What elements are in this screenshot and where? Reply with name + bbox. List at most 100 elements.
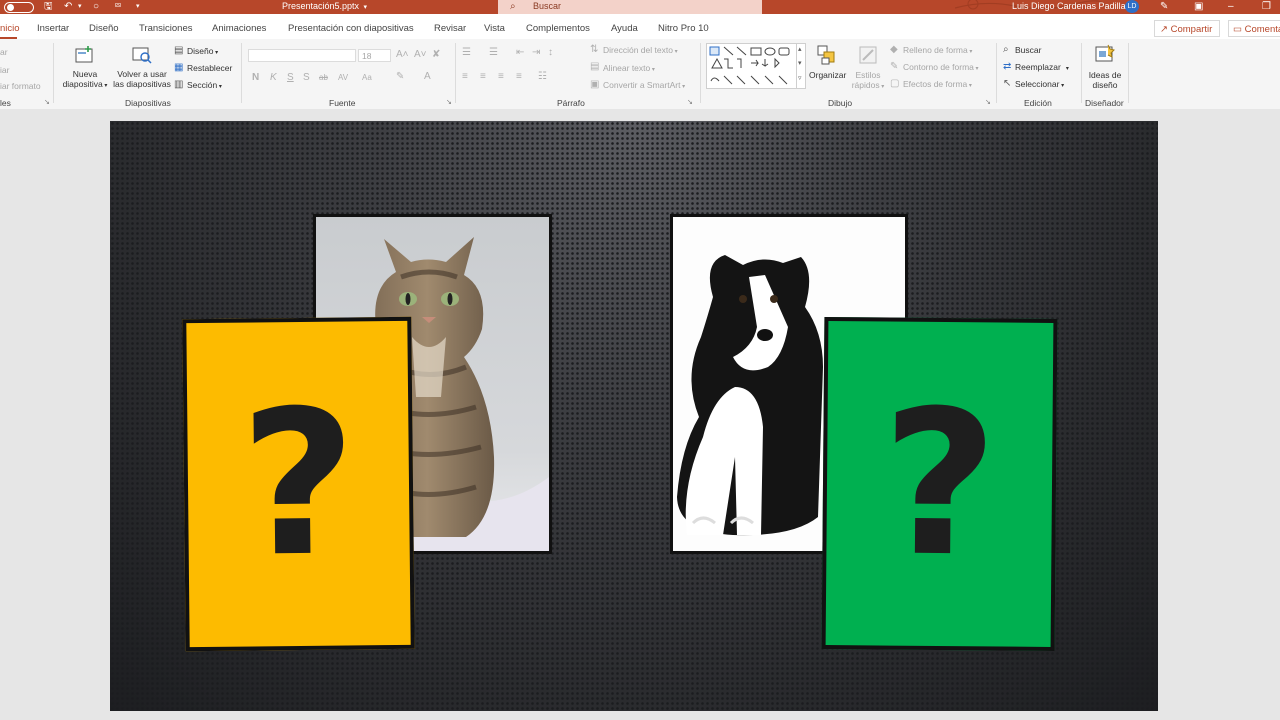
new-slide-button[interactable]: Nueva diapositiva ▾ xyxy=(58,69,112,91)
group-divider xyxy=(455,43,456,103)
tab-insertar[interactable]: Insertar xyxy=(37,23,69,34)
gallery-scroll[interactable]: ▴ ▾ ▿ xyxy=(796,43,807,89)
chevron-down-icon: ▾ xyxy=(672,49,678,55)
shapes-gallery[interactable] xyxy=(706,43,806,89)
highlight-icon[interactable]: ✎ xyxy=(396,71,404,82)
customize-toolbar-icon[interactable]: ▾ xyxy=(136,1,140,13)
shape-effects-button[interactable]: Efectos de forma ▾ xyxy=(903,79,972,91)
clipboard-group-label: les xyxy=(0,98,11,108)
tab-diseno[interactable]: Diseño xyxy=(89,23,119,34)
increase-indent-icon[interactable]: ⇥ xyxy=(532,47,540,58)
design-ideas-button[interactable]: Ideas de diseño xyxy=(1084,70,1126,90)
justify-icon[interactable]: ≡ xyxy=(516,71,522,82)
more-shapes-icon[interactable]: ▿ xyxy=(798,73,802,84)
share-button[interactable]: ↗ Compartir xyxy=(1154,20,1220,37)
comments-label: Comenta xyxy=(1244,24,1280,35)
clipboard-format-painter[interactable]: iar formato xyxy=(0,81,41,91)
quick-styles-label-1: Estilos xyxy=(855,70,881,80)
arrange-button[interactable]: Organizar xyxy=(809,70,846,80)
avatar[interactable]: LD xyxy=(1125,0,1139,13)
align-text-button[interactable]: Alinear texto ▾ xyxy=(603,63,655,75)
undo-icon[interactable]: ↶ xyxy=(64,1,72,13)
layout-button[interactable]: Diseño ▾ xyxy=(187,46,218,58)
bold-button[interactable]: N xyxy=(252,72,259,83)
replace-button[interactable]: Reemplazar ▾ xyxy=(1015,62,1069,74)
tab-complementos[interactable]: Complementos xyxy=(526,23,590,34)
clipboard-copy[interactable]: iar xyxy=(0,65,9,75)
smartart-button[interactable]: Convertir a SmartArt ▾ xyxy=(603,80,685,92)
tab-inicio[interactable]: nicio xyxy=(0,23,20,34)
dialog-launcher-icon[interactable]: ↘ xyxy=(687,99,693,107)
text-direction-button[interactable]: Dirección del texto ▾ xyxy=(603,45,678,57)
align-right-icon[interactable]: ≡ xyxy=(498,71,504,82)
tab-animaciones[interactable]: Animaciones xyxy=(212,23,266,34)
clipboard-cut[interactable]: ar xyxy=(0,47,8,57)
comments-button[interactable]: ▭ Comenta xyxy=(1228,20,1280,37)
italic-button[interactable]: K xyxy=(270,72,277,83)
find-button[interactable]: Buscar xyxy=(1015,45,1041,55)
scroll-down-icon[interactable]: ▾ xyxy=(798,58,802,69)
font-size-dropdown[interactable]: 18 xyxy=(358,49,391,62)
change-case-button[interactable]: Aa xyxy=(362,72,372,83)
new-slide-label-2: diapositiva xyxy=(62,79,103,89)
document-title[interactable]: Presentación5.pptx ▾ xyxy=(282,1,367,13)
decrease-indent-icon[interactable]: ⇤ xyxy=(516,47,524,58)
user-name[interactable]: Luis Diego Cardenas Padilla xyxy=(1012,1,1126,12)
yellow-card[interactable]: ? xyxy=(182,316,415,652)
chevron-down-icon: ▾ xyxy=(680,84,686,90)
dialog-launcher-icon[interactable]: ↘ xyxy=(446,99,452,107)
shape-effects-icon: ▢ xyxy=(890,78,900,89)
shape-outline-button[interactable]: Contorno de forma ▾ xyxy=(903,62,979,74)
restore-icon[interactable]: ❐ xyxy=(1262,1,1271,13)
green-card[interactable]: ? xyxy=(821,316,1058,652)
align-left-icon[interactable]: ≡ xyxy=(462,71,468,82)
minimize-icon[interactable]: – xyxy=(1228,1,1234,13)
shadow-button[interactable]: S xyxy=(303,72,310,83)
bullets-icon[interactable]: ☰ xyxy=(462,47,471,58)
tab-ayuda[interactable]: Ayuda xyxy=(611,23,638,34)
ribbon: ar iar iar formato les ↘ Nueva diapositi… xyxy=(0,39,1280,110)
find-icon: ⌕ xyxy=(1003,44,1009,55)
undo-dropdown-icon[interactable]: ▾ xyxy=(78,1,82,13)
save-icon[interactable]: 🖫 xyxy=(44,1,53,13)
chevron-down-icon: ▾ xyxy=(217,84,222,90)
quick-styles-button[interactable]: Estilos rápidos ▾ xyxy=(848,70,888,92)
present-icon[interactable]: ⮹ xyxy=(114,1,122,13)
group-divider xyxy=(996,43,997,103)
shape-fill-button[interactable]: Relleno de forma ▾ xyxy=(903,45,972,57)
align-center-icon[interactable]: ≡ xyxy=(480,71,486,82)
tab-revisar[interactable]: Revisar xyxy=(434,23,466,34)
pen-icon[interactable]: ✎ xyxy=(1160,1,1168,13)
dialog-launcher-icon[interactable]: ↘ xyxy=(985,99,991,107)
spacing-button[interactable]: AV xyxy=(338,72,348,83)
search-input[interactable]: ⌕ Buscar xyxy=(498,0,762,14)
font-name-dropdown[interactable] xyxy=(248,49,356,62)
strikethrough-button[interactable]: ab xyxy=(319,72,328,83)
design-ideas-icon xyxy=(1095,44,1115,62)
scroll-up-icon[interactable]: ▴ xyxy=(798,44,802,55)
slide[interactable]: ? ? xyxy=(110,121,1158,711)
tab-nitro[interactable]: Nitro Pro 10 xyxy=(658,23,709,34)
redo-icon[interactable]: ○ xyxy=(93,1,99,13)
font-color-icon[interactable]: A xyxy=(424,71,431,82)
underline-button[interactable]: S xyxy=(287,72,294,83)
increase-font-icon[interactable]: A˄ xyxy=(396,49,409,60)
decrease-font-icon[interactable]: A˅ xyxy=(414,49,427,60)
tab-vista[interactable]: Vista xyxy=(484,23,505,34)
chevron-down-icon: ▾ xyxy=(213,50,219,56)
dialog-launcher-icon[interactable]: ↘ xyxy=(44,99,50,107)
reset-button[interactable]: Restablecer xyxy=(187,63,232,73)
columns-icon[interactable]: ☷ xyxy=(538,71,547,82)
chevron-down-icon: ▾ xyxy=(967,83,972,89)
tab-transiciones[interactable]: Transiciones xyxy=(139,23,193,34)
ribbon-display-icon[interactable]: ▣ xyxy=(1194,1,1203,13)
clear-format-icon[interactable]: ✘ xyxy=(432,49,440,60)
section-button[interactable]: Sección ▾ xyxy=(187,80,222,92)
numbering-icon[interactable]: ☰ xyxy=(489,47,498,58)
reuse-slides-button[interactable]: Volver a usar las diapositivas xyxy=(110,69,174,89)
select-button[interactable]: Seleccionar ▾ xyxy=(1015,79,1064,91)
line-spacing-icon[interactable]: ↕ xyxy=(548,47,553,58)
smartart-icon: ▣ xyxy=(590,79,600,90)
autosave-toggle-icon[interactable] xyxy=(4,2,34,13)
tab-presentacion[interactable]: Presentación con diapositivas xyxy=(288,23,414,34)
